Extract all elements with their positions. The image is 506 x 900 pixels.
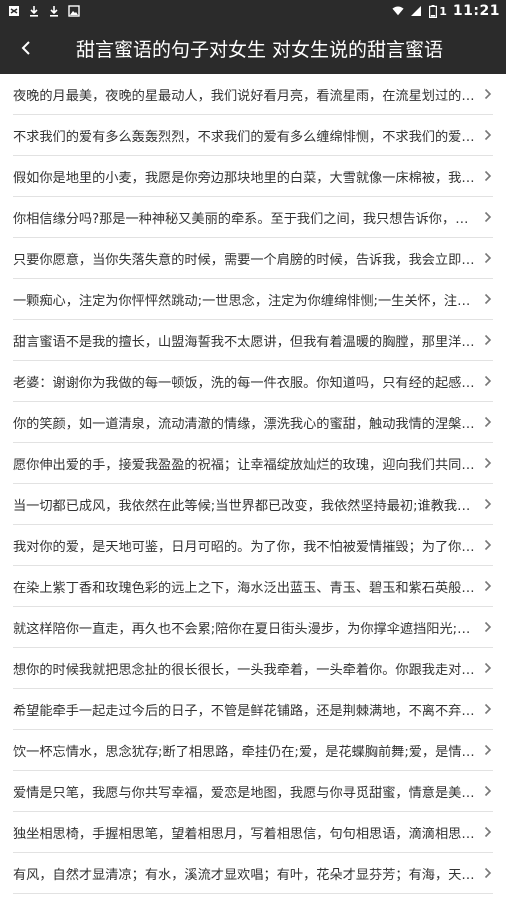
status-right-icons: 1 11:21 bbox=[392, 3, 500, 19]
chevron-right-icon bbox=[483, 825, 493, 839]
list-item[interactable]: 愿你伸出爱的手，接爱我盈盈的祝福；让幸福绽放灿烂的玫瑰，迎向我们共同… bbox=[13, 443, 493, 484]
list-item[interactable]: 就这样陪你一直走，再久也不会累;陪你在夏日街头漫步，为你撑伞遮挡阳光;为… bbox=[13, 607, 493, 648]
list-item-text: 独坐相思椅，手握相思笔，望着相思月，写着相思信，句句相思语，滴滴相思… bbox=[13, 826, 475, 842]
list-item[interactable]: 假如你是地里的小麦，我愿是你旁边那块地里的白菜，大雪就像一床棉被，我… bbox=[13, 156, 493, 197]
article-list: 夜晚的月最美，夜晚的星最动人，我们说好看月亮，看流星雨，在流星划过的… 不求我们… bbox=[0, 74, 506, 894]
list-item[interactable]: 想你的时候我就把思念扯的很长很长，一头我牵着，一头牵着你。你跟我走对… bbox=[13, 648, 493, 689]
list-item[interactable]: 爱情是只笔，我愿与你共写幸福，爱恋是地图，我愿与你寻觅甜蜜，情意是美… bbox=[13, 771, 493, 812]
chevron-right-icon bbox=[483, 579, 493, 593]
chevron-right-icon bbox=[483, 292, 493, 306]
chevron-right-icon bbox=[483, 661, 493, 675]
list-item[interactable]: 在染上紫丁香和玫瑰色彩的远上之下，海水泛出蓝玉、青玉、碧玉和紫石英般… bbox=[13, 566, 493, 607]
battery-level: 1 bbox=[439, 4, 447, 18]
list-item-text: 在染上紫丁香和玫瑰色彩的远上之下，海水泛出蓝玉、青玉、碧玉和紫石英般… bbox=[13, 580, 475, 596]
chevron-right-icon bbox=[483, 333, 493, 347]
list-item[interactable]: 饮一杯忘情水，思念犹存;断了相思路，牵挂仍在;爱，是花蝶胸前舞;爱，是情… bbox=[13, 730, 493, 771]
list-item-text: 你相信缘分吗?那是一种神秘又美丽的牵系。至于我们之间，我只想告诉你，我… bbox=[13, 211, 482, 227]
chevron-right-icon bbox=[483, 784, 493, 798]
chevron-right-icon bbox=[483, 702, 493, 716]
status-bar: 1 11:21 bbox=[0, 0, 506, 22]
chevron-right-icon bbox=[483, 210, 493, 224]
chevron-right-icon bbox=[483, 374, 493, 388]
list-item-text: 我对你的爱，是天地可鉴，日月可昭的。为了你，我不怕被爱情摧毁；为了你… bbox=[13, 539, 475, 555]
list-item[interactable]: 只要你愿意，当你失落失意的时候，需要一个肩膀的时候，告诉我，我会立即… bbox=[13, 238, 493, 279]
chevron-right-icon bbox=[483, 497, 493, 511]
page-title: 甜言蜜语的句子对女生 对女生说的甜言蜜语 bbox=[76, 38, 444, 61]
chevron-right-icon bbox=[483, 456, 493, 470]
chevron-right-icon bbox=[483, 128, 493, 142]
list-item-text: 爱情是只笔，我愿与你共写幸福，爱恋是地图，我愿与你寻觅甜蜜，情意是美… bbox=[13, 785, 475, 801]
back-icon bbox=[21, 41, 31, 55]
list-item-text: 夜晚的月最美，夜晚的星最动人，我们说好看月亮，看流星雨，在流星划过的… bbox=[13, 88, 475, 104]
status-left-icons bbox=[8, 5, 80, 17]
list-item[interactable]: 夜晚的月最美，夜晚的星最动人，我们说好看月亮，看流星雨，在流星划过的… bbox=[13, 74, 493, 115]
list-item-text: 老婆：谢谢你为我做的每一顿饭，洗的每一件衣服。你知道吗，只有经的起感… bbox=[13, 375, 475, 391]
list-item-text: 一颗痴心，注定为你怦怦然跳动;一世思念，注定为你缠绵悱恻;一生关怀，注定… bbox=[13, 293, 483, 309]
list-item-text: 只要你愿意，当你失落失意的时候，需要一个肩膀的时候，告诉我，我会立即… bbox=[13, 252, 475, 268]
wifi-icon bbox=[392, 5, 404, 17]
battery-icon bbox=[428, 4, 437, 18]
list-item[interactable]: 你的笑颜，如一道清泉，流动清澈的情缘，漂洗我心的蜜甜，触动我情的涅槃… bbox=[13, 402, 493, 443]
list-item[interactable]: 当一切都已成风，我依然在此等候;当世界都已改变，我依然坚持最初;谁教我是… bbox=[13, 484, 493, 525]
list-item[interactable]: 有风，自然才显清凉；有水，溪流才显欢唱；有叶，花朵才显芬芳；有海，天… bbox=[13, 853, 493, 894]
chevron-right-icon bbox=[483, 620, 493, 634]
list-item-text: 愿你伸出爱的手，接爱我盈盈的祝福；让幸福绽放灿烂的玫瑰，迎向我们共同… bbox=[13, 457, 475, 473]
clock-time: 11:21 bbox=[452, 3, 500, 19]
list-item-text: 就这样陪你一直走，再久也不会累;陪你在夏日街头漫步，为你撑伞遮挡阳光;为… bbox=[13, 621, 483, 637]
list-item[interactable]: 希望能牵手一起走过今后的日子，不管是鲜花铺路，还是荆棘满地，不离不弃… bbox=[13, 689, 493, 730]
list-item[interactable]: 不求我们的爱有多么轰轰烈烈，不求我们的爱有多么缠绵悱恻，不求我们的爱… bbox=[13, 115, 493, 156]
list-item[interactable]: 独坐相思椅，手握相思笔，望着相思月，写着相思信，句句相思语，滴滴相思… bbox=[13, 812, 493, 853]
chevron-right-icon bbox=[483, 251, 493, 265]
list-item-text: 你的笑颜，如一道清泉，流动清澈的情缘，漂洗我心的蜜甜，触动我情的涅槃… bbox=[13, 416, 475, 432]
app-bar: 甜言蜜语的句子对女生 对女生说的甜言蜜语 bbox=[0, 22, 506, 74]
chevron-right-icon bbox=[483, 538, 493, 552]
notification-icon bbox=[8, 5, 20, 17]
list-item-text: 假如你是地里的小麦，我愿是你旁边那块地里的白菜，大雪就像一床棉被，我… bbox=[13, 170, 475, 186]
list-item[interactable]: 老婆：谢谢你为我做的每一顿饭，洗的每一件衣服。你知道吗，只有经的起感… bbox=[13, 361, 493, 402]
list-item-text: 饮一杯忘情水，思念犹存;断了相思路，牵挂仍在;爱，是花蝶胸前舞;爱，是情… bbox=[13, 744, 475, 760]
list-item-text: 甜言蜜语不是我的擅长，山盟海誓我不太愿讲，但我有着温暖的胸膛，那里洋… bbox=[13, 334, 475, 350]
chevron-right-icon bbox=[483, 415, 493, 429]
download-icon bbox=[48, 5, 60, 17]
chevron-right-icon bbox=[483, 866, 493, 880]
list-item[interactable]: 你相信缘分吗?那是一种神秘又美丽的牵系。至于我们之间，我只想告诉你，我… bbox=[13, 197, 493, 238]
list-item-text: 有风，自然才显清凉；有水，溪流才显欢唱；有叶，花朵才显芬芳；有海，天… bbox=[13, 867, 475, 883]
chevron-right-icon bbox=[483, 87, 493, 101]
list-item-text: 当一切都已成风，我依然在此等候;当世界都已改变，我依然坚持最初;谁教我是… bbox=[13, 498, 483, 514]
download-icon bbox=[28, 5, 40, 17]
list-item-text: 希望能牵手一起走过今后的日子，不管是鲜花铺路，还是荆棘满地，不离不弃… bbox=[13, 703, 475, 719]
chevron-right-icon bbox=[483, 743, 493, 757]
list-item[interactable]: 我对你的爱，是天地可鉴，日月可昭的。为了你，我不怕被爱情摧毁；为了你… bbox=[13, 525, 493, 566]
back-button[interactable] bbox=[0, 22, 52, 74]
image-icon bbox=[68, 5, 80, 17]
chevron-right-icon bbox=[483, 169, 493, 183]
list-item-text: 想你的时候我就把思念扯的很长很长，一头我牵着，一头牵着你。你跟我走对… bbox=[13, 662, 475, 678]
list-item[interactable]: 甜言蜜语不是我的擅长，山盟海誓我不太愿讲，但我有着温暖的胸膛，那里洋… bbox=[13, 320, 493, 361]
list-item[interactable]: 一颗痴心，注定为你怦怦然跳动;一世思念，注定为你缠绵悱恻;一生关怀，注定… bbox=[13, 279, 493, 320]
list-item-text: 不求我们的爱有多么轰轰烈烈，不求我们的爱有多么缠绵悱恻，不求我们的爱… bbox=[13, 129, 475, 145]
signal-icon bbox=[410, 5, 422, 17]
